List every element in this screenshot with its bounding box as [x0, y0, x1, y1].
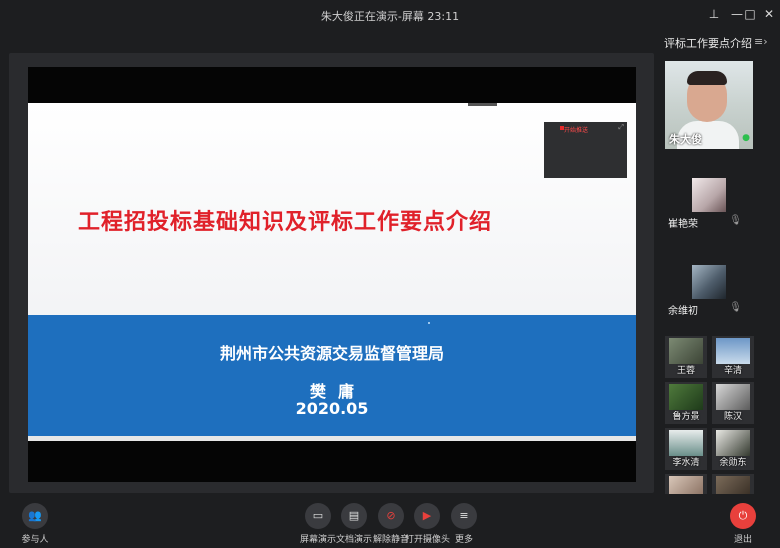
participant-name: 崔艳荣	[668, 219, 698, 230]
slide-title: 工程招投标基础知识及评标工作要点介绍	[78, 210, 493, 235]
participant-name: 余维初	[668, 306, 698, 317]
participant-card[interactable]: 余维初 🎙	[665, 255, 753, 335]
title-bar: 朱大俊正在演示-屏幕 23:11 ⊥ — □ ✕	[0, 0, 780, 30]
participant-tile[interactable]: 陈汉	[712, 382, 754, 424]
slide-bottom-stripe	[28, 436, 636, 441]
maximize-icon[interactable]: □	[740, 4, 760, 24]
participant-avatar	[692, 265, 726, 299]
more-label: 更多	[454, 535, 473, 545]
mic-muted-icon: 🎙	[729, 215, 742, 226]
slide-top-tab	[468, 103, 497, 106]
participant-tile-name: 王蓉	[676, 366, 695, 376]
exit-label: 退出	[733, 535, 752, 545]
slide-date: 2020.05	[295, 399, 369, 418]
participant-tile-name: 李水清	[672, 458, 700, 468]
participant-tile[interactable]: 王蓉	[665, 336, 707, 378]
participant-tile[interactable]: 余勋东	[712, 428, 754, 470]
mini-preview-window[interactable]: 开始推送 ⤢	[544, 122, 627, 178]
mic-muted-icon: 🎙	[729, 302, 742, 313]
mini-window-label: 开始推送	[564, 127, 589, 134]
screen-share-label: 屏幕演示	[299, 535, 336, 545]
slide-organization: 荆州市公共资源交易监督管理局	[219, 344, 444, 363]
close-icon[interactable]: ✕	[759, 4, 779, 24]
side-menu-icon[interactable]: ≡›	[754, 35, 768, 48]
pin-icon[interactable]: ⊥	[704, 4, 724, 24]
exit-power-icon[interactable]: ⏻	[730, 503, 756, 529]
participant-thumb	[716, 476, 750, 494]
participant-thumb	[716, 338, 750, 364]
participant-thumb	[669, 476, 703, 494]
window-title: 朱大俊正在演示-屏幕 23:11	[320, 10, 460, 23]
participants-label: 参与人	[21, 535, 49, 545]
participant-tile[interactable]	[665, 474, 707, 494]
document-share-icon[interactable]: ▤	[341, 503, 367, 529]
participant-thumb	[669, 384, 703, 410]
document-share-label: 文档演示	[335, 535, 372, 545]
expand-icon[interactable]: ⤢	[618, 123, 624, 132]
participant-tile[interactable]	[712, 474, 754, 494]
speaker-name: 朱大俊	[669, 133, 702, 146]
speaker-hair	[687, 71, 727, 85]
participant-avatar	[692, 178, 726, 212]
participant-thumb	[669, 430, 703, 456]
participant-tile-name: 鲁方景	[672, 412, 700, 422]
participant-thumb	[716, 384, 750, 410]
participant-tile-name: 陈汉	[723, 412, 742, 422]
participant-card[interactable]: 崔艳荣 🎙	[665, 168, 753, 248]
participant-tile[interactable]: 李水清	[665, 428, 707, 470]
more-icon[interactable]: ≡	[451, 503, 477, 529]
camera-label: 打开摄像头	[405, 535, 451, 545]
participant-tile-name: 辛清	[723, 366, 742, 376]
participant-tile[interactable]: 鲁方景	[665, 382, 707, 424]
participant-thumb	[669, 338, 703, 364]
presentation-slide: 工程招投标基础知识及评标工作要点介绍 开始推送 ⤢ 荆州市公共资源交易监督管理局…	[28, 103, 636, 441]
unmute-mic-icon[interactable]: ⊘	[378, 503, 404, 529]
participant-tile-name: 余勋东	[719, 458, 747, 468]
participant-tile[interactable]: 辛清	[712, 336, 754, 378]
participant-thumb	[716, 430, 750, 456]
participants-icon[interactable]: 👥	[22, 503, 48, 529]
screen-share-icon[interactable]: ▭	[305, 503, 331, 529]
meeting-title: 评标工作要点介绍	[664, 37, 752, 50]
speaker-video[interactable]: 朱大俊 ●	[665, 61, 753, 149]
mic-active-icon: ●	[742, 133, 750, 143]
camera-off-icon[interactable]: ▶	[414, 503, 440, 529]
slide-speck	[428, 322, 430, 324]
